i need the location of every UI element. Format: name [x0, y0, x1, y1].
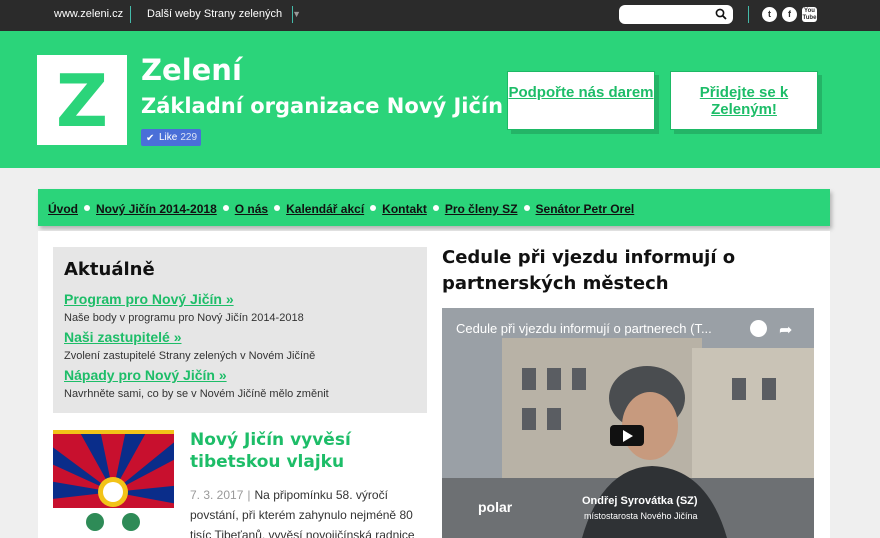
video-title[interactable]: Cedule při vjezdu informují o partnerech…: [456, 321, 746, 336]
like-label: Like: [159, 132, 178, 143]
divider: [748, 6, 749, 23]
tibet-flag-icon: [53, 430, 174, 538]
facebook-icon[interactable]: f: [782, 7, 797, 22]
nav-item-novy-jicin[interactable]: Nový Jičín 2014-2018: [96, 202, 217, 216]
news-box: Aktuálně Program pro Nový Jičín » Naše b…: [53, 247, 427, 413]
polar-logo: polar: [478, 499, 513, 515]
nav-item-kontakt[interactable]: Kontakt: [382, 202, 427, 216]
nav-item-pro-cleny[interactable]: Pro členy SZ: [445, 202, 518, 216]
nav-separator: [274, 205, 281, 212]
news-desc: Zvolení zastupitelé Strany zelených v No…: [64, 350, 316, 362]
divider: |: [247, 488, 251, 502]
caret-down-icon: ▼: [292, 9, 302, 19]
twitter-icon[interactable]: t: [762, 7, 777, 22]
facebook-like-button[interactable]: ✔ Like 229: [141, 129, 201, 146]
article-date: 7. 3. 2017: [190, 488, 244, 502]
nav-item-o-nas[interactable]: O nás: [235, 202, 268, 216]
news-desc: Naše body v programu pro Nový Jičín 2014…: [64, 312, 304, 324]
divider: [130, 6, 131, 23]
site-subtitle: Základní organizace Nový Jičín: [141, 94, 504, 118]
zeleni-logo[interactable]: Z: [37, 55, 127, 145]
news-heading: Aktuálně: [64, 259, 155, 280]
play-button[interactable]: [610, 425, 644, 446]
article-title-link[interactable]: Nový Jičín vyvěsí tibetskou vlajku: [190, 429, 430, 473]
article-excerpt: 7. 3. 2017 | Na připomínku 58. výročí povs…: [190, 485, 430, 538]
video-caption-name: Ondřej Syrovátka (SZ): [582, 495, 698, 507]
nav-separator: [432, 205, 439, 212]
search-box: [619, 5, 733, 25]
video-caption-role: místostarosta Nového Jičína: [584, 511, 698, 521]
logo-letter: Z: [55, 59, 109, 143]
search-input[interactable]: [625, 5, 719, 25]
top-bar: www.zeleni.cz Další weby Strany zelených…: [0, 0, 880, 31]
search-icon[interactable]: [715, 8, 727, 20]
news-link[interactable]: Nápady pro Nový Jičín »: [64, 367, 227, 383]
nav-separator: [370, 205, 377, 212]
divider: [292, 6, 293, 23]
nav-item-senator[interactable]: Senátor Petr Orel: [536, 202, 635, 216]
main-nav: Úvod Nový Jičín 2014-2018 O nás Kalendář ak…: [38, 189, 830, 226]
nav-item-kalendar[interactable]: Kalendář akcí: [286, 202, 364, 216]
featured-title[interactable]: Cedule při vjezdu informují o partnerský…: [442, 245, 742, 297]
other-sites-dropdown[interactable]: Další weby Strany zelených ▼: [147, 8, 301, 20]
site-header: Z Zelení Základní organizace Nový Jičín …: [0, 31, 880, 168]
nav-item-uvod[interactable]: Úvod: [48, 202, 78, 216]
site-title[interactable]: Zelení: [141, 53, 242, 87]
watch-later-icon[interactable]: [750, 320, 767, 337]
nav-separator: [222, 205, 229, 212]
share-icon[interactable]: ➦: [779, 320, 792, 340]
news-link[interactable]: Program pro Nový Jičín »: [64, 291, 234, 307]
donate-button[interactable]: Podpořte nás darem: [507, 71, 655, 130]
youtube-icon[interactable]: You Tube: [802, 7, 817, 22]
news-desc: Navrhněte sami, co by se v Novém Jičíně …: [64, 388, 329, 400]
like-count: 229: [180, 132, 198, 143]
tibet-flag-image[interactable]: [53, 430, 174, 538]
nav-separator: [523, 205, 530, 212]
nav-separator: [84, 205, 90, 212]
news-link[interactable]: Naši zastupitelé »: [64, 329, 182, 345]
check-icon: ✔: [146, 133, 155, 144]
zeleni-site-link[interactable]: www.zeleni.cz: [54, 8, 123, 20]
main-content: Aktuálně Program pro Nový Jičín » Naše b…: [38, 231, 830, 538]
other-sites-label: Další weby Strany zelených: [147, 8, 283, 20]
video-player[interactable]: Cedule při vjezdu informují o partnerech…: [442, 308, 814, 538]
join-button[interactable]: Přidejte se k Zeleným!: [670, 71, 818, 130]
